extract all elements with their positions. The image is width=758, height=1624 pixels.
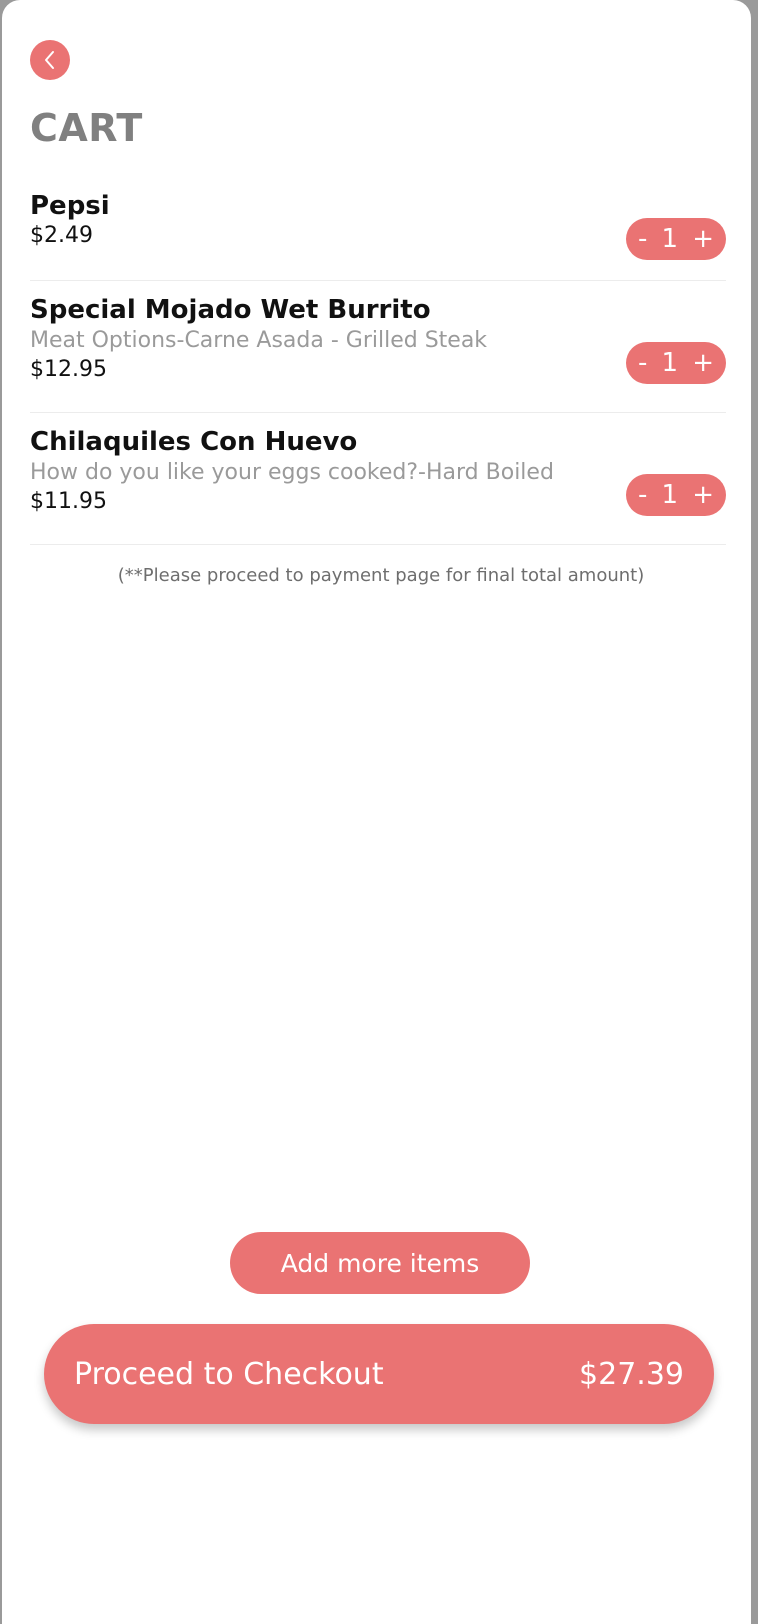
quantity-value: 1 bbox=[661, 224, 679, 254]
cart-list: Pepsi $2.49 - 1 + Special Mojado Wet Bur… bbox=[30, 190, 726, 545]
add-more-items-button[interactable]: Add more items bbox=[230, 1232, 530, 1294]
cart-item: Chilaquiles Con Huevo How do you like yo… bbox=[30, 413, 726, 545]
item-name: Chilaquiles Con Huevo bbox=[30, 427, 358, 457]
item-option: Meat Options-Carne Asada - Grilled Steak bbox=[30, 328, 488, 353]
quantity-value: 1 bbox=[661, 348, 679, 378]
increase-quantity-button[interactable]: + bbox=[692, 480, 714, 510]
increase-quantity-button[interactable]: + bbox=[692, 348, 714, 378]
back-button[interactable] bbox=[30, 40, 70, 80]
app-screen: CART Pepsi $2.49 - 1 + Special Mojado We… bbox=[2, 0, 751, 1624]
item-price: $11.95 bbox=[30, 489, 107, 514]
chevron-left-icon bbox=[45, 51, 54, 69]
decrease-quantity-button[interactable]: - bbox=[638, 224, 647, 254]
proceed-to-checkout-button[interactable]: Proceed to Checkout $27.39 bbox=[44, 1324, 714, 1424]
quantity-stepper[interactable]: - 1 + bbox=[626, 474, 726, 516]
quantity-value: 1 bbox=[661, 480, 679, 510]
decrease-quantity-button[interactable]: - bbox=[638, 480, 647, 510]
checkout-total: $27.39 bbox=[579, 1356, 684, 1392]
cart-item: Special Mojado Wet Burrito Meat Options-… bbox=[30, 281, 726, 413]
total-note: (**Please proceed to payment page for fi… bbox=[117, 565, 645, 586]
item-name: Pepsi bbox=[30, 191, 110, 221]
add-more-items-label: Add more items bbox=[280, 1248, 480, 1278]
item-name: Special Mojado Wet Burrito bbox=[30, 295, 431, 325]
checkout-label: Proceed to Checkout bbox=[74, 1356, 384, 1392]
item-price: $2.49 bbox=[30, 223, 93, 248]
decrease-quantity-button[interactable]: - bbox=[638, 348, 647, 378]
cart-item: Pepsi $2.49 - 1 + bbox=[30, 190, 726, 281]
quantity-stepper[interactable]: - 1 + bbox=[626, 218, 726, 260]
page-title: CART bbox=[30, 106, 143, 150]
increase-quantity-button[interactable]: + bbox=[692, 224, 714, 254]
quantity-stepper[interactable]: - 1 + bbox=[626, 342, 726, 384]
item-price: $12.95 bbox=[30, 357, 107, 382]
item-option: How do you like your eggs cooked?-Hard B… bbox=[30, 460, 554, 485]
